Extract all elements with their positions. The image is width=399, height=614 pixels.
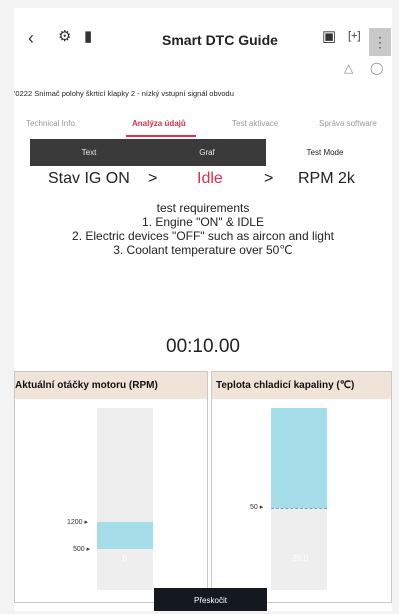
- segment-test-mode[interactable]: Test Mode: [266, 139, 384, 166]
- camera-icon[interactable]: ▣: [322, 27, 336, 45]
- segment-graph[interactable]: Graf: [148, 139, 266, 166]
- app-frame: ‹ ⚙ ▮ Smart DTC Guide ▣ [+] ⋮ △ ◯ '0222 …: [14, 8, 392, 611]
- gauge-tick-label: 500 ▸: [73, 546, 91, 553]
- tab-software-management[interactable]: Správa software: [319, 119, 377, 128]
- tab-technical-info[interactable]: Technical Info.: [26, 119, 77, 128]
- view-mode-segments: Text Graf Test Mode: [30, 139, 384, 166]
- car-icon[interactable]: △: [344, 61, 353, 75]
- gauge-value-coolant: -39.0: [289, 554, 309, 563]
- flow-step-rpm: RPM 2k: [298, 170, 355, 187]
- requirement-line: 3. Coolant temperature over 50℃: [113, 243, 293, 257]
- active-tab-underline: [126, 135, 196, 137]
- gauge-value-rpm: 0: [122, 554, 128, 563]
- test-timer: 00:10.00: [166, 336, 240, 357]
- gauge-panel-coolant: Teplota chladicí kapaliny (℃) -39.0 50 ▸: [211, 371, 392, 603]
- dtc-title: '0222 Snímač polohy škrticí klapky 2 - n…: [14, 89, 234, 98]
- gauge-title-rpm: Aktuální otáčky motoru (RPM): [15, 372, 207, 399]
- gauge-threshold-line: [271, 508, 327, 509]
- requirements-heading: test requirements: [156, 201, 250, 215]
- back-icon[interactable]: ‹: [28, 28, 34, 49]
- bracket-icon[interactable]: [+]: [348, 30, 361, 42]
- flow-step-ig-on: Stav IG ON: [48, 170, 130, 187]
- app-title: Smart DTC Guide: [162, 32, 278, 48]
- flow-arrow-2: >: [264, 170, 274, 187]
- flow-arrow-1: >: [148, 170, 158, 187]
- skip-button[interactable]: Přeskočit: [154, 588, 267, 611]
- gauge-tick-label: 50 ▸: [250, 504, 264, 511]
- car-settings-icon[interactable]: ⚙: [58, 27, 71, 45]
- gauge-tick-label: 1200 ▸: [67, 519, 89, 526]
- battery-icon[interactable]: ▮: [84, 27, 92, 45]
- requirement-line: 1. Engine "ON" & IDLE: [142, 215, 264, 229]
- gauge-fill-rpm: [97, 522, 153, 549]
- tab-test-activation[interactable]: Test aktivace: [232, 119, 278, 128]
- kebab-icon[interactable]: ⋮: [369, 28, 391, 56]
- main-tabs: Technical Info. Analýza údajů Test aktiv…: [14, 114, 392, 137]
- gauge-panel-rpm: Aktuální otáčky motoru (RPM) 0 1200 ▸ 50…: [14, 371, 208, 603]
- tab-data-analysis[interactable]: Analýza údajů: [132, 119, 186, 128]
- app-header: ‹ ⚙ ▮ Smart DTC Guide ▣ [+] ⋮ △ ◯: [14, 8, 392, 75]
- gauge-fill-coolant: [271, 408, 327, 508]
- flow-step-idle: Idle: [197, 170, 223, 187]
- segment-text[interactable]: Text: [30, 139, 148, 166]
- gauge-title-coolant: Teplota chladicí kapaliny (℃): [212, 372, 391, 399]
- requirement-line: 2. Electric devices "OFF" such as aircon…: [72, 229, 334, 243]
- power-icon[interactable]: ◯: [370, 61, 383, 75]
